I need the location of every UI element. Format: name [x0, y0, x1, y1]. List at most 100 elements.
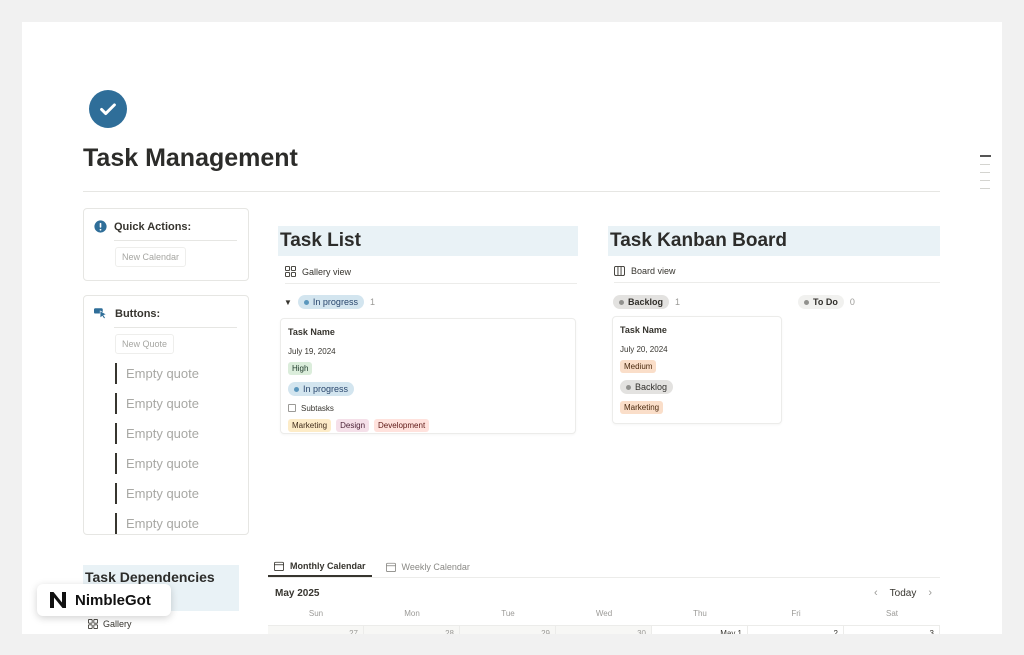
calendar-day[interactable]: 2 [748, 626, 844, 634]
task-name: Task Name [620, 325, 667, 335]
caret-down-icon[interactable]: ▼ [284, 298, 292, 307]
buttons-label: Buttons: [115, 307, 161, 320]
weekday: Fri [791, 609, 801, 618]
calendar-day[interactable]: 28 [364, 626, 460, 634]
brand-name: NimbleGot [75, 591, 151, 609]
calendar-month: May 2025 [275, 588, 320, 599]
in-progress-group[interactable]: ▼ In progress 1 [284, 295, 375, 309]
backlog-pill: Backlog [613, 295, 670, 309]
gallery-view-label: Gallery view [302, 266, 352, 277]
tab-weekly-calendar[interactable]: Weekly Calendar [380, 556, 476, 577]
tab-label: Weekly Calendar [401, 561, 470, 572]
weekday: Mon [404, 609, 420, 618]
chevron-right-icon[interactable]: › [928, 587, 932, 599]
tag-marketing: Marketing [288, 418, 332, 432]
toc-line[interactable] [980, 155, 991, 157]
column-label: Backlog [628, 297, 664, 307]
status-label: In progress [312, 297, 358, 307]
page: Task Management Quick Actions: New Calen… [22, 22, 1002, 634]
today-button[interactable]: Today [890, 588, 917, 599]
calendar-day[interactable]: 29 [460, 626, 556, 634]
column-count: 0 [849, 297, 855, 307]
status-pill: Backlog [620, 380, 674, 394]
calendar-grid: 27 28 29 30 May 1 2 3 [268, 625, 940, 634]
calendar-nav: ‹ Today › [874, 587, 932, 599]
priority-tag: Medium [620, 360, 657, 373]
board-icon [614, 266, 625, 276]
nimblegot-badge[interactable]: NimbleGot [37, 584, 171, 616]
dependencies-gallery-tab[interactable]: Gallery [88, 619, 132, 629]
page-title: Task Management [83, 144, 298, 172]
tab-monthly-calendar[interactable]: Monthly Calendar [268, 556, 372, 577]
cursor-click-icon [94, 308, 107, 320]
buttons-box: Buttons: New Quote Empty quote Empty quo… [83, 295, 249, 535]
quote-block[interactable]: Empty quote [115, 483, 248, 504]
todo-column-header[interactable]: To Do 0 [798, 295, 855, 309]
board-view-tab[interactable]: Board view [614, 266, 940, 283]
status-label: In progress [303, 384, 349, 394]
calendar-day[interactable]: May 1 [652, 626, 748, 634]
calendar-tabs: Monthly Calendar Weekly Calendar [268, 556, 940, 578]
gallery-icon [285, 266, 296, 277]
task-date: July 20, 2024 [620, 345, 668, 354]
quote-block[interactable]: Empty quote [115, 453, 248, 474]
weekday: Tue [501, 609, 515, 618]
gallery-icon [88, 619, 98, 629]
tag-design: Design [336, 418, 370, 432]
tag-marketing: Marketing [620, 400, 664, 414]
task-card[interactable]: Task Name July 19, 2024 High In progress… [280, 318, 576, 434]
task-date: July 19, 2024 [288, 347, 336, 356]
tag-development: Development [374, 418, 430, 432]
check-circle-icon[interactable] [89, 90, 127, 128]
weekday-header: Sun Mon Tue Wed Thu Fri Sat [268, 609, 940, 618]
tab-label: Monthly Calendar [290, 560, 366, 571]
weekday: Sun [308, 609, 324, 618]
quote-block[interactable]: Empty quote [115, 393, 248, 414]
new-quote-button[interactable]: New Quote [115, 334, 175, 354]
table-of-contents[interactable] [980, 155, 991, 196]
kanban-card[interactable]: Task Name July 20, 2024 Medium Backlog M… [612, 316, 782, 424]
toc-line[interactable] [980, 172, 990, 173]
kanban-heading: Task Kanban Board [608, 226, 940, 256]
todo-pill: To Do [798, 295, 844, 309]
board-view-label: Board view [631, 266, 676, 276]
weekday: Thu [693, 609, 707, 618]
task-name: Task Name [288, 327, 335, 337]
new-calendar-button[interactable]: New Calendar [115, 247, 187, 267]
quote-block[interactable]: Empty quote [115, 363, 248, 384]
column-count: 1 [675, 297, 681, 307]
weekday: Sat [885, 609, 898, 618]
calendar-icon [274, 561, 284, 571]
calendar-day[interactable]: 30 [556, 626, 652, 634]
quick-actions-box: Quick Actions: New Calendar [83, 208, 249, 281]
toc-line[interactable] [980, 180, 990, 181]
priority-tag: High [288, 362, 313, 375]
status-pill: In progress [297, 295, 364, 309]
column-label: To Do [813, 297, 838, 307]
calendar-day[interactable]: 27 [268, 626, 364, 634]
nimblegot-logo-icon [50, 592, 66, 608]
weekday: Wed [595, 609, 613, 618]
gallery-view-tab[interactable]: Gallery view [285, 266, 577, 284]
title-divider [83, 191, 940, 192]
divider [114, 327, 237, 328]
calendar-icon [385, 562, 396, 572]
quote-block[interactable]: Empty quote [115, 513, 248, 534]
subtasks-checkbox[interactable] [288, 404, 296, 412]
group-count: 1 [369, 297, 375, 307]
status-pill: In progress [288, 382, 355, 396]
calendar-day[interactable]: 3 [844, 626, 940, 634]
task-list-heading: Task List [278, 226, 578, 256]
divider [114, 240, 237, 241]
info-icon [94, 220, 107, 233]
toc-line[interactable] [980, 188, 990, 189]
gallery-label: Gallery [103, 619, 132, 629]
quote-block[interactable]: Empty quote [115, 423, 248, 444]
status-label: Backlog [635, 382, 668, 392]
chevron-left-icon[interactable]: ‹ [874, 587, 878, 599]
subtasks-label: Subtasks [301, 403, 334, 413]
quick-actions-header: Quick Actions: [94, 220, 248, 233]
quick-actions-label: Quick Actions: [114, 220, 192, 233]
backlog-column-header[interactable]: Backlog 1 [613, 295, 680, 309]
toc-line[interactable] [980, 164, 990, 165]
